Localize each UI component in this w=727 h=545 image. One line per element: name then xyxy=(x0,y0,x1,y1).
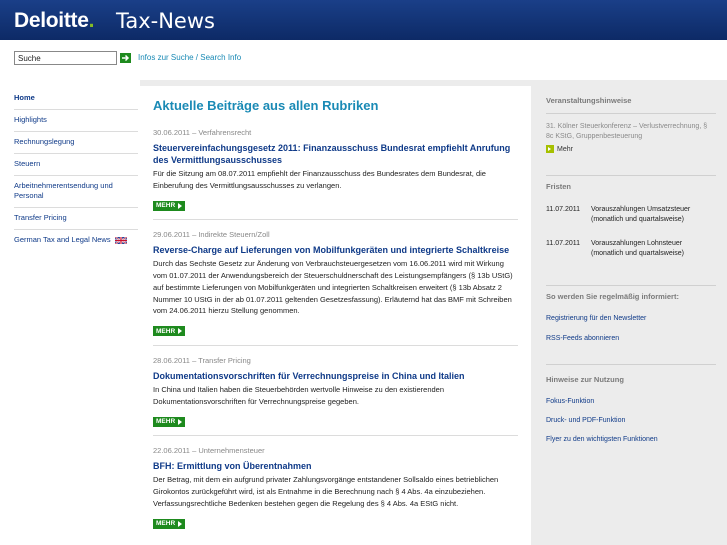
deadline-date: 11.07.2011 xyxy=(546,206,580,213)
article-item: 28.06.2011 – Transfer Pricing Dokumentat… xyxy=(153,355,518,437)
rss-link[interactable]: RSS-Feeds abonnieren xyxy=(546,335,716,342)
event-link[interactable]: 31. Kölner Steuerkonferenz – Verlustverr… xyxy=(546,122,716,142)
article-meta: 30.06.2011 – Verfahrensrecht xyxy=(153,128,252,137)
article-title-link[interactable]: Dokumentationsvorschriften für Verrechnu… xyxy=(153,370,518,382)
article-teaser: Der Betrag, mit dem ein aufgrund private… xyxy=(153,475,499,508)
article-title-link[interactable]: Steuervereinfachungsgesetz 2011: Finanza… xyxy=(153,142,518,166)
more-label: MEHR xyxy=(156,520,176,528)
divider xyxy=(546,175,716,176)
divider xyxy=(546,285,716,286)
events-heading: Veranstaltungshinweise xyxy=(546,96,632,105)
usage-heading: Hinweise zur Nutzung xyxy=(546,375,624,384)
arrow-right-icon xyxy=(178,418,183,425)
article-teaser: In China und Italien haben die Steuerbeh… xyxy=(153,384,445,406)
article-more-button[interactable]: MEHR xyxy=(153,326,186,337)
sidebar-item-arbeitnehmerentsendung[interactable]: Arbeitnehmerentsendung und Personal xyxy=(14,176,138,208)
more-label: MEHR xyxy=(156,202,176,210)
sidebar-item-transfer-pricing[interactable]: Transfer Pricing xyxy=(14,208,138,230)
fristen-heading: Fristen xyxy=(546,182,572,191)
events-more-link[interactable]: Mehr xyxy=(546,145,716,153)
article-meta: 28.06.2011 – Transfer Pricing xyxy=(153,355,251,365)
article-title-link[interactable]: Reverse-Charge auf Lieferungen von Mobil… xyxy=(153,244,518,256)
focus-function-link[interactable]: Fokus-Funktion xyxy=(546,398,716,405)
main-content: Aktuelle Beiträge aus allen Rubriken 30.… xyxy=(140,86,531,545)
logo-dot: . xyxy=(88,9,95,32)
article-item: 22.06.2011 – Unternehmensteuer BFH: Ermi… xyxy=(153,446,518,537)
app-title: Tax-News xyxy=(116,9,215,33)
search-go-icon[interactable] xyxy=(120,53,131,63)
search-input[interactable] xyxy=(14,51,117,65)
article-item: 29.06.2011 – Indirekte Steuern/Zoll Reve… xyxy=(153,230,518,346)
search-info-link[interactable]: Infos zur Suche / Search Info xyxy=(138,53,241,62)
sidebar-item-label: German Tax and Legal News xyxy=(14,235,111,244)
sidebar-item-home[interactable]: Home xyxy=(14,88,138,110)
arrow-right-icon xyxy=(178,328,183,335)
right-sidebar: Veranstaltungshinweise 31. Kölner Steuer… xyxy=(546,96,716,443)
arrow-right-icon xyxy=(178,202,183,209)
deadline-text: Vorauszahlungen Lohnsteuer (monatlich un… xyxy=(591,240,684,257)
divider xyxy=(546,364,716,365)
sidebar-item-steuern[interactable]: Steuern xyxy=(14,154,138,176)
sidebar-item-rechnungslegung[interactable]: Rechnungslegung xyxy=(14,132,138,154)
deloitte-logo[interactable]: Deloitte. xyxy=(14,9,94,33)
newsletter-link[interactable]: Registrierung für den Newsletter xyxy=(546,315,716,322)
print-pdf-link[interactable]: Druck- und PDF-Funktion xyxy=(546,417,716,424)
deadline-date: 11.07.2011 xyxy=(546,240,580,247)
article-more-button[interactable]: MEHR xyxy=(153,518,186,529)
article-meta: 22.06.2011 – Unternehmensteuer xyxy=(153,446,265,456)
arrow-right-icon xyxy=(546,145,554,153)
page-title: Aktuelle Beiträge aus allen Rubriken xyxy=(153,98,379,113)
sidebar-item-german-tax-legal-news[interactable]: German Tax and Legal News xyxy=(14,230,138,251)
article-meta: 29.06.2011 – Indirekte Steuern/Zoll xyxy=(153,230,270,240)
article-teaser: Für die Sitzung am 08.07.2011 empfiehlt … xyxy=(153,169,486,190)
flyer-link[interactable]: Flyer zu den wichtigsten Funktionen xyxy=(546,436,716,443)
divider xyxy=(546,113,716,114)
logo-text: Deloitte xyxy=(14,9,89,32)
header-bar: Deloitte. Tax-News xyxy=(0,0,727,40)
sidebar-item-highlights[interactable]: Highlights xyxy=(14,110,138,132)
article-title-link[interactable]: BFH: Ermittlung von Überentnahmen xyxy=(153,460,518,472)
arrow-right-icon xyxy=(178,520,183,527)
uk-flag-icon xyxy=(114,236,127,244)
article-more-button[interactable]: MEHR xyxy=(153,416,186,427)
informed-heading: So werden Sie regelmäßig informiert: xyxy=(546,292,679,301)
article-teaser: Durch das Sechste Gesetz zur Änderung vo… xyxy=(153,259,513,316)
deadline-text: Vorauszahlungen Umsatzsteuer (monatlich … xyxy=(591,206,691,223)
sidebar-nav: Home Highlights Rechnungslegung Steuern … xyxy=(14,88,138,251)
more-label: Mehr xyxy=(557,145,573,153)
article-item: 30.06.2011 – Verfahrensrecht Steuerverei… xyxy=(153,128,518,221)
deadline-item: 11.07.2011 Vorauszahlungen Umsatzsteuer … xyxy=(546,205,716,225)
more-label: MEHR xyxy=(156,418,176,426)
deadline-item: 11.07.2011 Vorauszahlungen Lohnsteuer (m… xyxy=(546,239,716,259)
article-more-button[interactable]: MEHR xyxy=(153,200,186,211)
more-label: MEHR xyxy=(156,327,176,335)
